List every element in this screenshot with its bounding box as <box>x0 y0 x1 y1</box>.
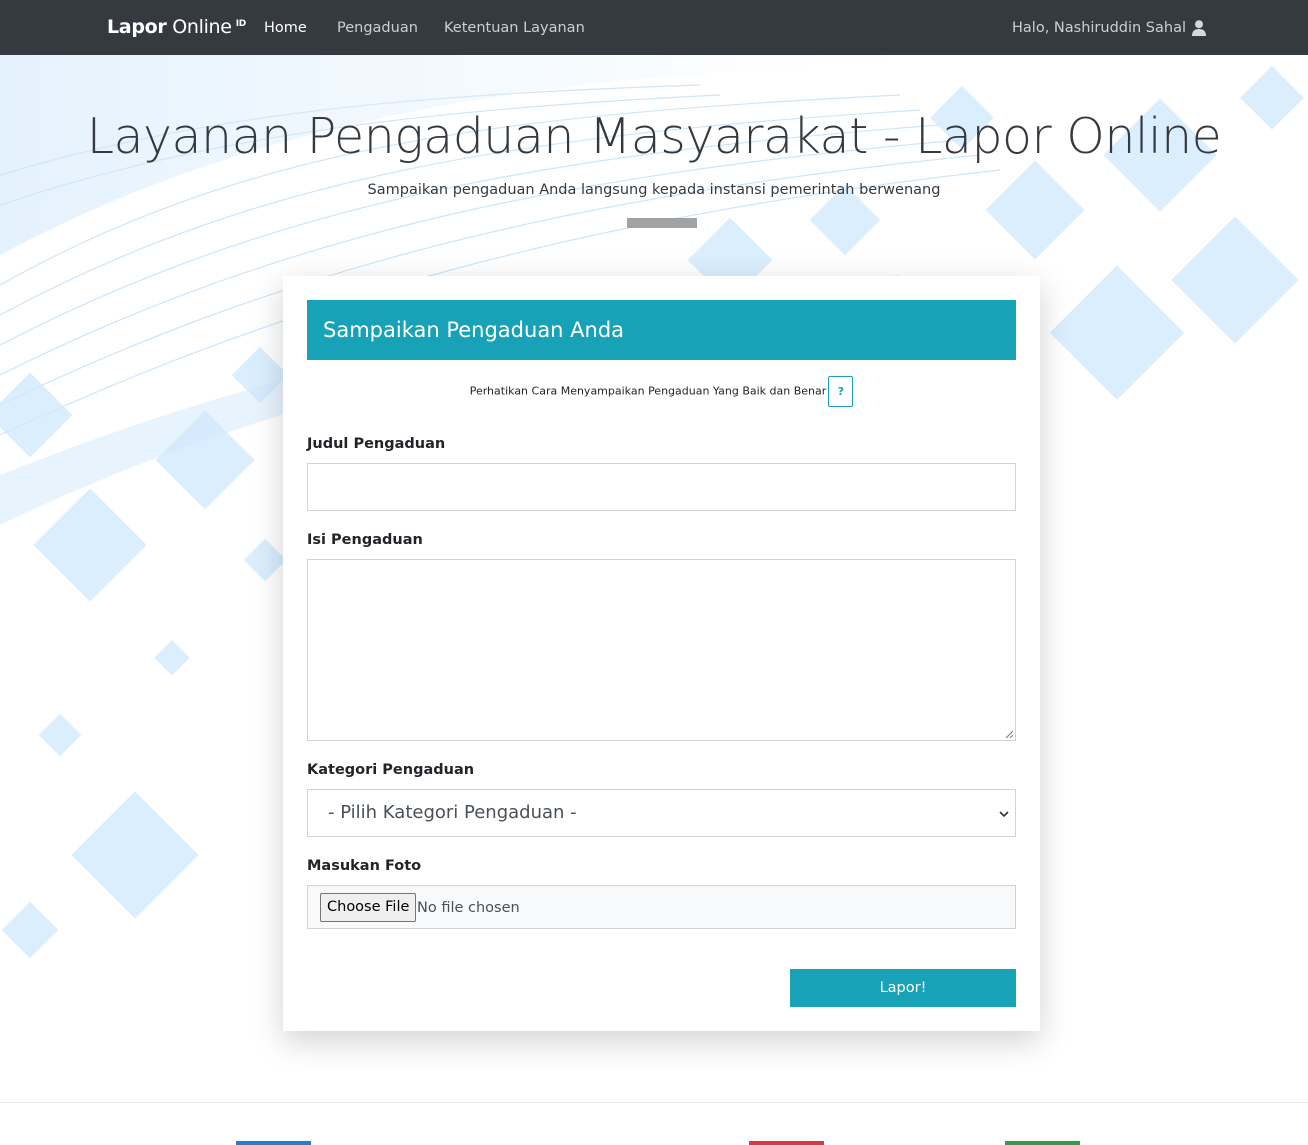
hero-section: Layanan Pengaduan Masyarakat - Lapor Onl… <box>0 55 1308 1102</box>
nav-home[interactable]: Home <box>264 18 307 38</box>
content-label: Isi Pengaduan <box>307 532 423 548</box>
file-status-text: No file chosen <box>417 900 520 916</box>
footer-accent-green <box>1005 1141 1080 1145</box>
guidelines-notice: Perhatikan Cara Menyampaikan Pengaduan Y… <box>307 376 1016 407</box>
complaint-form-card: Sampaikan Pengaduan Anda Perhatikan Cara… <box>283 276 1040 1031</box>
user-icon <box>1192 20 1206 36</box>
photo-label: Masukan Foto <box>307 858 422 874</box>
page-subtitle: Sampaikan pengaduan Anda langsung kepada… <box>367 182 941 198</box>
nav-pengaduan[interactable]: Pengaduan <box>337 18 418 38</box>
title-label: Judul Pengaduan <box>307 436 446 452</box>
submit-button[interactable]: Lapor! <box>790 969 1016 1007</box>
hero-divider <box>627 218 697 228</box>
resize-grip-icon[interactable] <box>1005 730 1013 738</box>
page-title: Layanan Pengaduan Masyarakat - Lapor Onl… <box>86 108 1222 165</box>
brand-light: Online <box>172 16 232 38</box>
brand-logo[interactable]: Lapor Online ID <box>107 14 246 40</box>
nav-ketentuan-layanan[interactable]: Ketentuan Layanan <box>444 18 585 38</box>
chevron-down-icon <box>999 811 1009 818</box>
category-label: Kategori Pengaduan <box>307 762 475 778</box>
top-navbar: Lapor Online ID Home Pengaduan Ketentuan … <box>0 0 1308 55</box>
user-menu[interactable]: Halo, Nashiruddin Sahal <box>1012 18 1206 38</box>
help-button[interactable]: ? <box>828 376 854 407</box>
title-input[interactable] <box>307 463 1016 511</box>
user-greeting: Halo, Nashiruddin Sahal <box>1012 20 1186 36</box>
category-selected-value: - Pilih Kategori Pengaduan - <box>328 802 577 823</box>
guidelines-text: Perhatikan Cara Menyampaikan Pengaduan Y… <box>469 384 827 398</box>
footer-accent-red <box>749 1141 824 1145</box>
content-textarea[interactable] <box>307 559 1016 741</box>
choose-file-button[interactable]: Choose File <box>320 893 417 922</box>
category-select[interactable]: - Pilih Kategori Pengaduan - <box>307 789 1016 837</box>
section-divider <box>0 1102 1308 1103</box>
form-header: Sampaikan Pengaduan Anda <box>307 300 1016 360</box>
brand-bold: Lapor <box>107 16 167 38</box>
brand-sup: ID <box>235 19 247 29</box>
footer-accent-blue <box>236 1141 311 1145</box>
photo-file-input[interactable]: Choose File No file chosen <box>307 885 1016 929</box>
